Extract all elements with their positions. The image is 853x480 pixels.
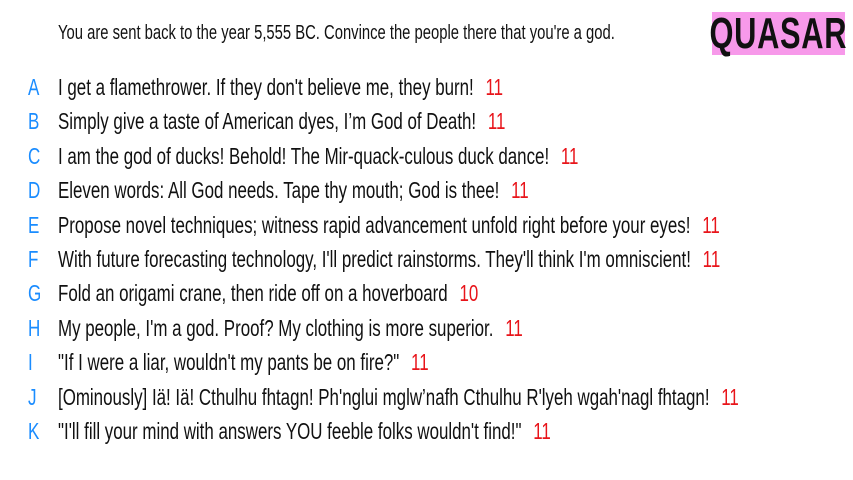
answer-line: Propose novel techniques; witness rapid … (58, 212, 720, 239)
answer-text: Fold an origami crane, then ride off on … (58, 280, 448, 307)
answer-score: 11 (560, 142, 579, 169)
answer-letter: A (28, 74, 40, 100)
answer-row: B Simply give a taste of American dyes, I… (0, 108, 853, 138)
answer-line: With future forecasting technology, I'll… (58, 246, 720, 273)
answer-letter: I (28, 349, 33, 376)
answer-letter: C (28, 142, 41, 169)
answer-text: Propose novel techniques; witness rapid … (58, 211, 691, 238)
answer-line: [Ominously] Iä! Iä! Cthulhu fhtagn! Ph'n… (58, 384, 739, 411)
answer-letter: F (28, 246, 39, 272)
answer-line: Fold an origami crane, then ride off on … (58, 280, 478, 307)
answer-letter: G (28, 280, 42, 307)
answer-row: J [Ominously] Iä! Iä! Cthulhu fhtagn! Ph'… (0, 384, 853, 414)
answer-letter: J (28, 383, 37, 410)
answer-line: My people, I'm a god. Proof? My clothing… (58, 315, 523, 342)
answer-score: 11 (702, 246, 721, 272)
answer-line: "If I were a liar, wouldn't my pants be … (58, 349, 429, 376)
answer-letter: K (28, 418, 40, 444)
answer-score: 11 (721, 383, 739, 410)
answer-row: K "I'll fill your mind with answers YOU f… (0, 418, 853, 448)
answer-text: I am the god of ducks! Behold! The Mir-q… (58, 142, 550, 169)
answer-score: 11 (702, 211, 720, 238)
answer-line: I get a flamethrower. If they don't beli… (58, 74, 503, 101)
answer-row: G Fold an origami crane, then ride off on… (0, 280, 853, 310)
answer-row: E Propose novel techniques; witness rapid… (0, 212, 853, 242)
answer-score: 11 (411, 349, 429, 376)
answer-row: C I am the god of ducks! Behold! The Mir-… (0, 143, 853, 173)
question-text: You are sent back to the year 5,555 BC. … (58, 22, 615, 44)
quasar-logo: QUASAR (710, 9, 847, 58)
answer-row: A I get a flamethrower. If they don't bel… (0, 74, 853, 104)
answer-line: Simply give a taste of American dyes, I’… (58, 108, 505, 135)
answer-score: 11 (511, 177, 529, 204)
answer-score: 10 (459, 280, 479, 307)
answer-text: [Ominously] Iä! Iä! Cthulhu fhtagn! Ph'n… (58, 383, 710, 410)
answer-line: Eleven words: All God needs. Tape thy mo… (58, 177, 529, 204)
answer-text: "I'll fill your mind with answers YOU fe… (58, 418, 522, 444)
answer-score: 11 (485, 74, 504, 100)
answer-letter: B (28, 108, 40, 135)
logo-text: QUASAR (709, 8, 848, 58)
answer-line: "I'll fill your mind with answers YOU fe… (58, 418, 551, 445)
answer-row: F With future forecasting technology, I'l… (0, 246, 853, 276)
answer-score: 11 (533, 418, 551, 444)
answer-text: "If I were a liar, wouldn't my pants be … (58, 349, 400, 376)
answer-score: 11 (505, 314, 523, 341)
answer-text: I get a flamethrower. If they don't beli… (58, 74, 474, 100)
answer-letter: H (28, 314, 41, 341)
answer-text: My people, I'm a god. Proof? My clothing… (58, 314, 494, 341)
answer-line: I am the god of ducks! Behold! The Mir-q… (58, 143, 578, 170)
answer-text: With future forecasting technology, I'll… (58, 246, 691, 272)
answer-row: D Eleven words: All God needs. Tape thy m… (0, 177, 853, 207)
answer-row: I "If I were a liar, wouldn't my pants be… (0, 349, 853, 379)
answer-row: H My people, I'm a god. Proof? My clothin… (0, 315, 853, 345)
answer-letter: D (28, 177, 41, 204)
answer-text: Simply give a taste of American dyes, I’… (58, 108, 477, 135)
answer-score: 11 (487, 108, 506, 135)
answer-text: Eleven words: All God needs. Tape thy mo… (58, 177, 500, 204)
answer-letter: E (28, 211, 40, 238)
